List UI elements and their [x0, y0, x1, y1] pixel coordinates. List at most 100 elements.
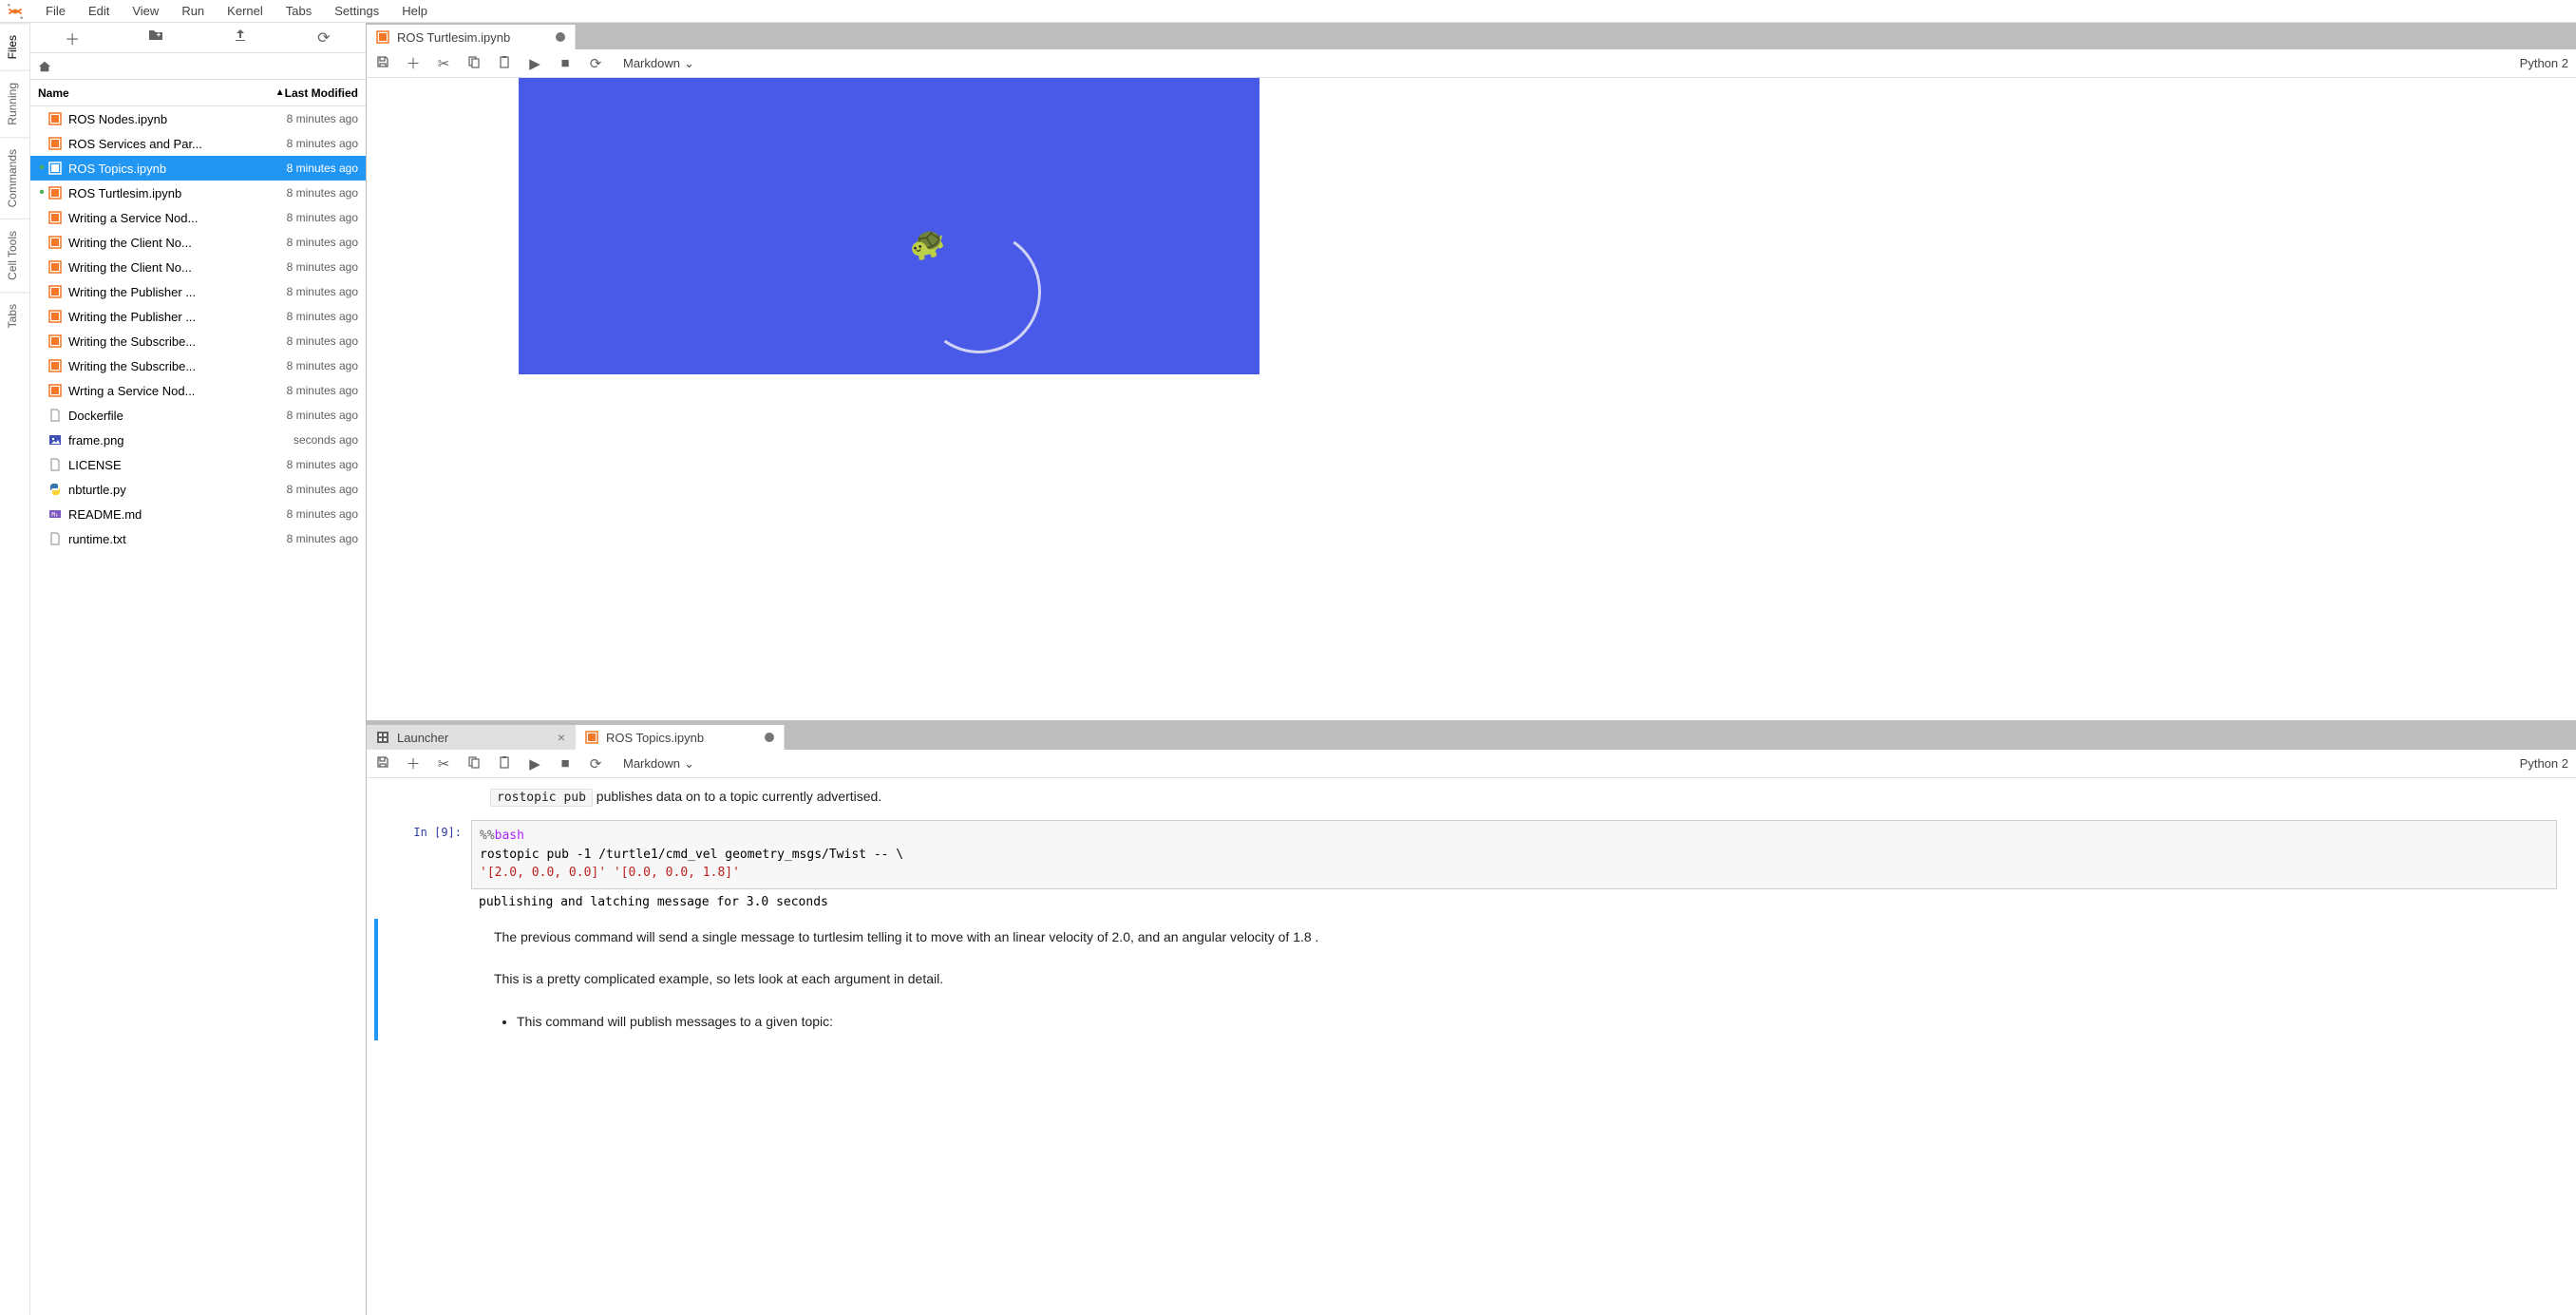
- run-button[interactable]: ▶: [526, 755, 543, 772]
- celltype-selector[interactable]: Markdown⌄: [623, 756, 694, 772]
- tab-close-button[interactable]: ×: [558, 730, 565, 745]
- markdown-cell[interactable]: The previous command will send a single …: [382, 919, 2576, 1040]
- file-type-icon: [47, 111, 63, 126]
- new-folder-button[interactable]: [114, 28, 198, 48]
- restart-button[interactable]: ⟳: [587, 55, 604, 72]
- stop-button[interactable]: ■: [557, 55, 574, 71]
- celltype-selector[interactable]: Markdown⌄: [623, 56, 694, 71]
- paste-button[interactable]: [496, 55, 513, 72]
- rail-tab-commands[interactable]: Commands: [0, 137, 29, 219]
- rail-tab-files[interactable]: Files: [0, 23, 29, 70]
- file-name: Writing a Service Nod...: [68, 211, 287, 225]
- file-row[interactable]: frame.pngseconds ago: [30, 428, 366, 452]
- file-name: LICENSE: [68, 458, 287, 472]
- file-row[interactable]: M↓README.md8 minutes ago: [30, 502, 366, 526]
- cut-button[interactable]: ✂: [435, 55, 452, 72]
- file-name: Writing the Client No...: [68, 260, 287, 275]
- tab-ros-topics[interactable]: ROS Topics.ipynb: [576, 725, 785, 750]
- filebrowser-header[interactable]: Name ▲ Last Modified: [30, 80, 366, 106]
- main-area: ROS Turtlesim.ipynb ＋ ✂ ▶ ■ ⟳ Markdown⌄ …: [367, 23, 2576, 1315]
- file-row[interactable]: Writing the Publisher ...8 minutes ago: [30, 304, 366, 329]
- file-row[interactable]: •ROS Topics.ipynb8 minutes ago: [30, 156, 366, 181]
- kernel-name[interactable]: Python 2: [2520, 56, 2568, 70]
- file-modified: 8 minutes ago: [287, 285, 358, 298]
- refresh-button[interactable]: ⟳: [282, 29, 366, 48]
- tab-label: ROS Topics.ipynb: [606, 731, 757, 745]
- markdown-bullet: This command will publish messages to a …: [517, 1011, 2453, 1032]
- tab-dirty-indicator: [765, 733, 774, 742]
- file-row[interactable]: Writing the Publisher ...8 minutes ago: [30, 279, 366, 304]
- file-type-icon: [47, 432, 63, 448]
- notebook-content-bottom[interactable]: rostopic pub publishes data on to a topi…: [367, 778, 2576, 1315]
- code-input[interactable]: %%bash rostopic pub -1 /turtle1/cmd_vel …: [471, 820, 2557, 889]
- paste-button[interactable]: [496, 755, 513, 772]
- file-row[interactable]: Writing a Service Nod...8 minutes ago: [30, 205, 366, 230]
- file-row[interactable]: nbturtle.py8 minutes ago: [30, 477, 366, 502]
- menu-help[interactable]: Help: [392, 2, 437, 20]
- file-name: Writing the Client No...: [68, 236, 287, 250]
- rail-tab-running[interactable]: Running: [0, 70, 29, 137]
- file-name: ROS Services and Par...: [68, 137, 287, 151]
- menu-settings[interactable]: Settings: [325, 2, 388, 20]
- file-row[interactable]: Writing the Client No...8 minutes ago: [30, 230, 366, 255]
- active-cell[interactable]: The previous command will send a single …: [374, 919, 2576, 1040]
- file-row[interactable]: runtime.txt8 minutes ago: [30, 526, 366, 551]
- file-row[interactable]: Writing the Subscribe...8 minutes ago: [30, 353, 366, 378]
- upload-button[interactable]: [199, 29, 282, 47]
- restart-button[interactable]: ⟳: [587, 755, 604, 772]
- sort-indicator-icon: ▲: [275, 87, 285, 98]
- file-row[interactable]: •ROS Turtlesim.ipynb8 minutes ago: [30, 181, 366, 205]
- left-rail: Files Running Commands Cell Tools Tabs: [0, 23, 30, 1315]
- tab-launcher[interactable]: Launcher ×: [367, 725, 576, 750]
- insert-cell-button[interactable]: ＋: [405, 53, 422, 73]
- file-modified: 8 minutes ago: [287, 310, 358, 323]
- rail-tab-celltools[interactable]: Cell Tools: [0, 219, 29, 292]
- top-tabbar: ROS Turtlesim.ipynb: [367, 23, 2576, 49]
- file-row[interactable]: Dockerfile8 minutes ago: [30, 403, 366, 428]
- notebook-content-top[interactable]: 🐢: [367, 78, 2576, 720]
- file-name: Writing the Subscribe...: [68, 334, 287, 349]
- new-launcher-button[interactable]: ＋: [30, 27, 114, 49]
- stop-button[interactable]: ■: [557, 755, 574, 772]
- file-modified: 8 minutes ago: [287, 458, 358, 471]
- copy-button[interactable]: [465, 755, 483, 772]
- markdown-text: publishes data on to a topic currently a…: [593, 789, 881, 804]
- save-button[interactable]: [374, 755, 391, 772]
- run-button[interactable]: ▶: [526, 55, 543, 72]
- breadcrumb[interactable]: [30, 53, 366, 80]
- menu-view[interactable]: View: [123, 2, 168, 20]
- menu-edit[interactable]: Edit: [79, 2, 119, 20]
- menu-tabs[interactable]: Tabs: [276, 2, 321, 20]
- file-type-icon: [47, 482, 63, 497]
- menu-kernel[interactable]: Kernel: [218, 2, 273, 20]
- file-modified: 8 minutes ago: [287, 260, 358, 274]
- file-browser: ＋ ⟳ Name ▲ Last Modified ROS Nodes.ipynb…: [30, 23, 367, 1315]
- file-modified: 8 minutes ago: [287, 236, 358, 249]
- file-modified: 8 minutes ago: [287, 359, 358, 372]
- file-row[interactable]: LICENSE8 minutes ago: [30, 452, 366, 477]
- cut-button[interactable]: ✂: [435, 755, 452, 772]
- file-row[interactable]: Writing the Client No...8 minutes ago: [30, 255, 366, 279]
- copy-button[interactable]: [465, 55, 483, 72]
- file-type-icon: M↓: [47, 506, 63, 522]
- file-row[interactable]: Wrting a Service Nod...8 minutes ago: [30, 378, 366, 403]
- rail-tab-tabs[interactable]: Tabs: [0, 292, 29, 339]
- file-name: runtime.txt: [68, 532, 287, 546]
- markdown-cell[interactable]: rostopic pub publishes data on to a topi…: [367, 778, 2576, 816]
- running-indicator: •: [38, 189, 46, 197]
- markdown-text: This is a pretty complicated example, so…: [494, 968, 2453, 989]
- insert-cell-button[interactable]: ＋: [405, 753, 422, 773]
- menu-run[interactable]: Run: [172, 2, 214, 20]
- chevron-down-icon: ⌄: [684, 56, 694, 71]
- file-type-icon: [47, 309, 63, 324]
- file-row[interactable]: Writing the Subscribe...8 minutes ago: [30, 329, 366, 353]
- kernel-name[interactable]: Python 2: [2520, 756, 2568, 771]
- save-button[interactable]: [374, 55, 391, 72]
- file-row[interactable]: ROS Nodes.ipynb8 minutes ago: [30, 106, 366, 131]
- file-name: README.md: [68, 507, 287, 522]
- file-row[interactable]: ROS Services and Par...8 minutes ago: [30, 131, 366, 156]
- code-cell[interactable]: In [9]: %%bash rostopic pub -1 /turtle1/…: [367, 816, 2576, 919]
- file-modified: 8 minutes ago: [287, 186, 358, 200]
- menu-file[interactable]: File: [36, 2, 75, 20]
- tab-ros-turtlesim[interactable]: ROS Turtlesim.ipynb: [367, 25, 576, 49]
